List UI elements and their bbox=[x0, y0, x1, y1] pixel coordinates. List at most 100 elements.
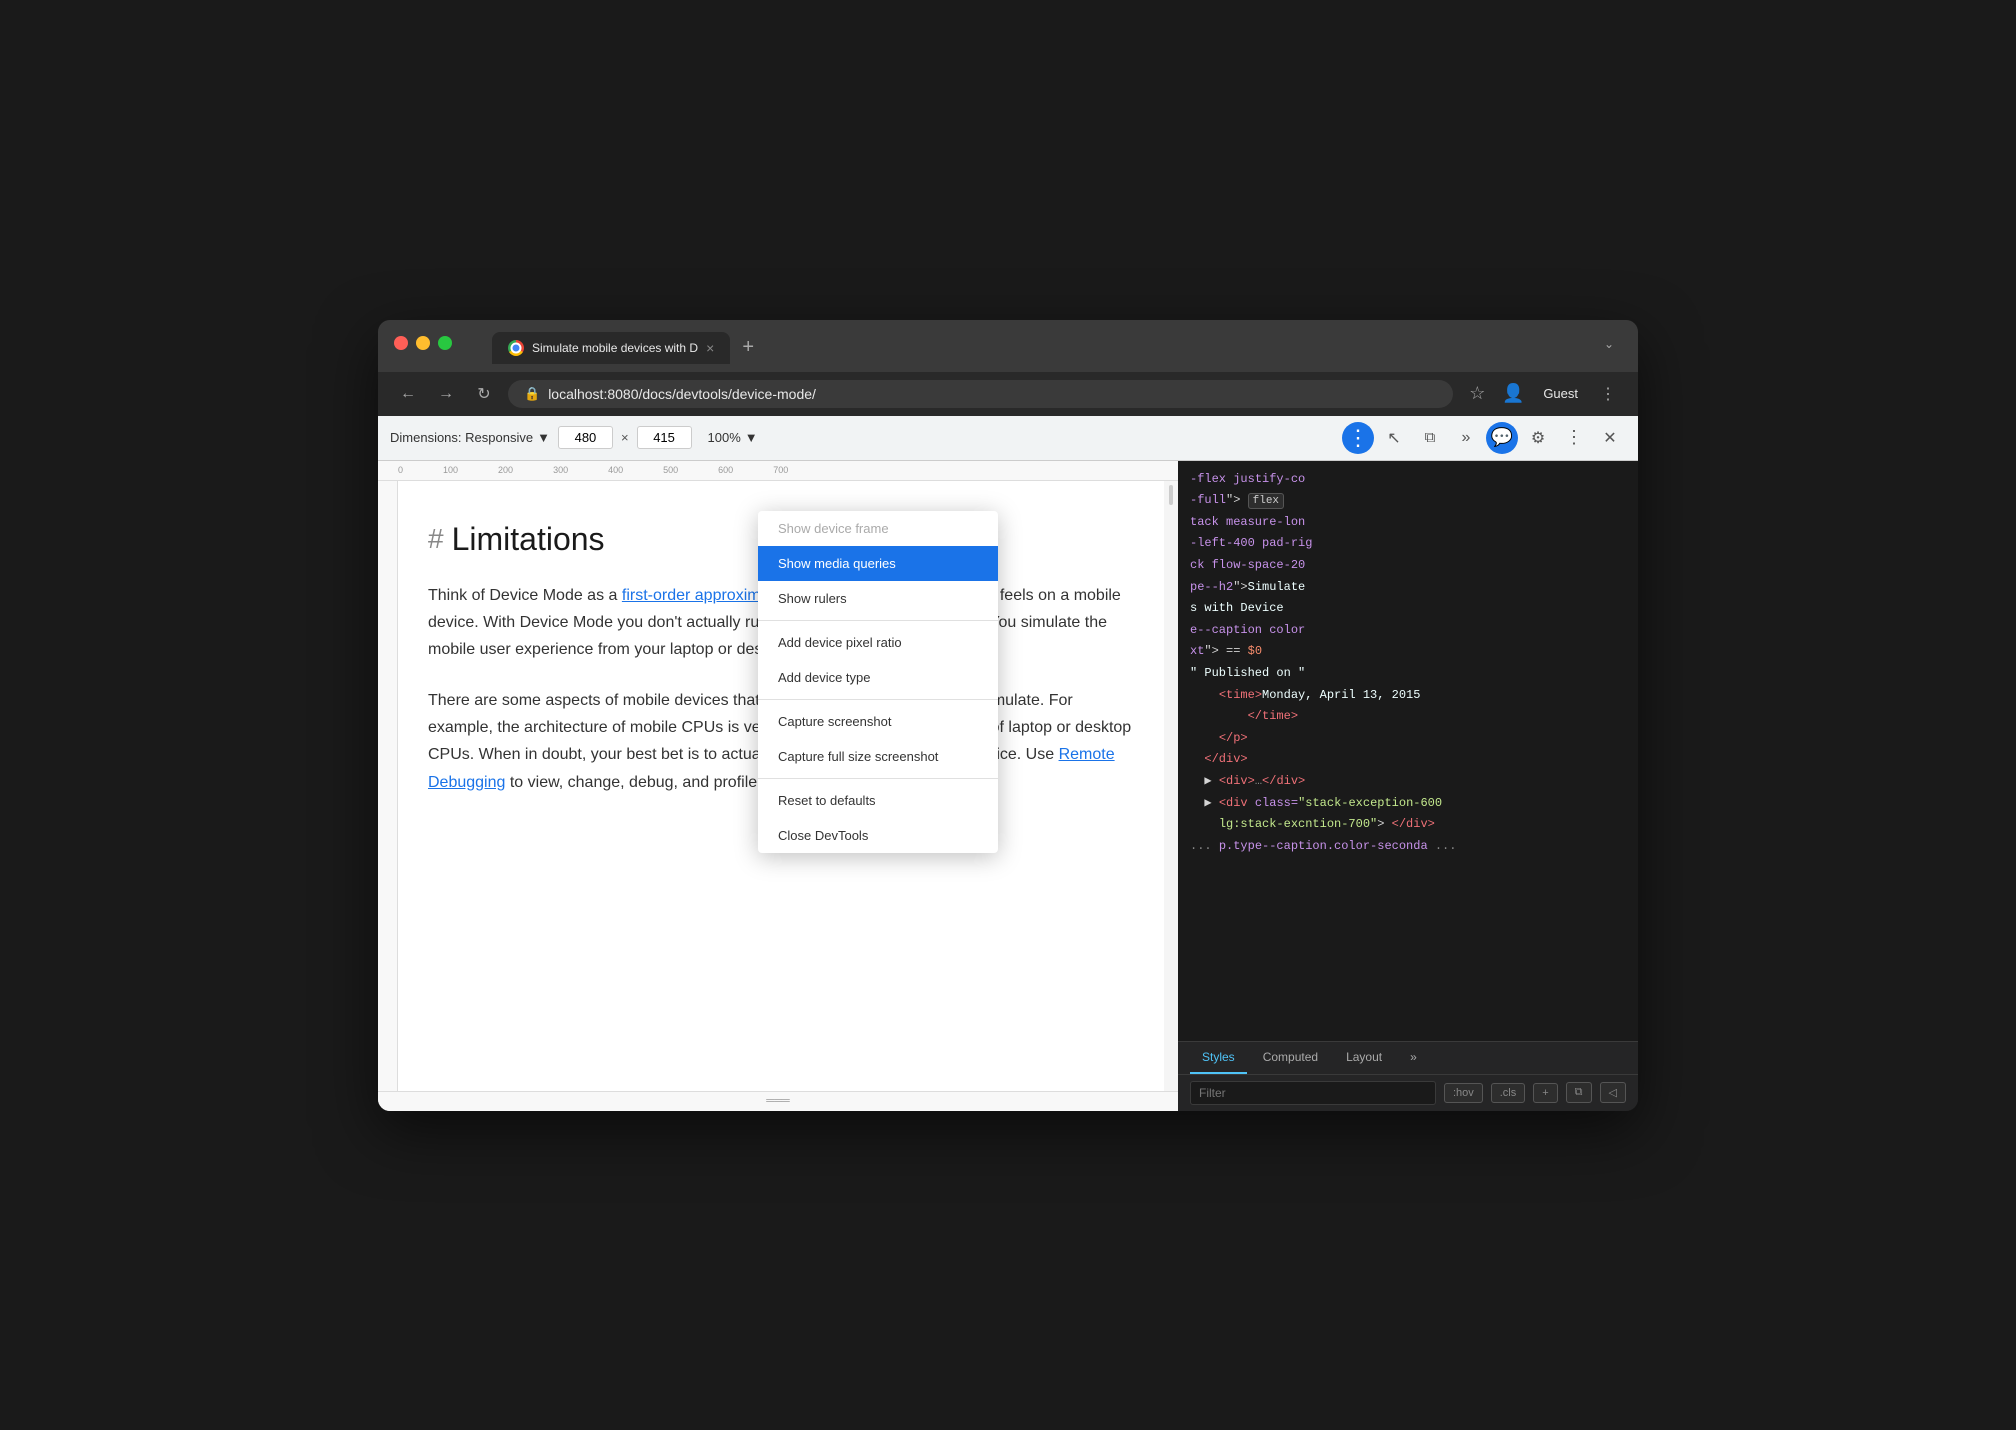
menu-item-show-media-queries[interactable]: Show media queries bbox=[758, 546, 998, 581]
more-options-button[interactable]: ⋮ bbox=[1342, 422, 1374, 454]
menu-divider-1 bbox=[758, 620, 998, 621]
code-line-8: e--caption color bbox=[1190, 620, 1626, 642]
tabs-row: Simulate mobile devices with D × + bbox=[492, 332, 764, 364]
address-input[interactable]: 🔒 localhost:8080/docs/devtools/device-mo… bbox=[508, 380, 1453, 408]
devtools-actions: ⋮ ↖ ⧉ » 💬 ⚙ ⋮ ✕ bbox=[1342, 422, 1626, 454]
new-tab-button[interactable]: + bbox=[732, 332, 764, 364]
more-button[interactable]: ⋮ bbox=[1594, 380, 1622, 408]
devtools-bottom: Styles Computed Layout » :hov .cls + ⧉ ◁ bbox=[1178, 1041, 1638, 1111]
address-icons: ☆ 👤 Guest ⋮ bbox=[1463, 380, 1622, 408]
add-style-btn[interactable]: + bbox=[1533, 1083, 1557, 1103]
code-line-18: ... p.type--caption.color-seconda ... bbox=[1190, 836, 1626, 858]
code-line-11: <time>Monday, April 13, 2015 bbox=[1190, 685, 1626, 707]
browser-window: Simulate mobile devices with D × + ⌄ ← →… bbox=[378, 320, 1638, 1111]
tab-layout[interactable]: Layout bbox=[1334, 1042, 1394, 1074]
menu-item-reset-defaults[interactable]: Reset to defaults bbox=[758, 783, 998, 818]
hover-filter-btn[interactable]: :hov bbox=[1444, 1083, 1483, 1103]
bottom-filter: :hov .cls + ⧉ ◁ bbox=[1178, 1075, 1638, 1111]
dimension-separator: × bbox=[621, 430, 629, 445]
device-toggle-button[interactable]: ⧉ bbox=[1414, 422, 1446, 454]
devtools-panel: -flex justify-co -full"> flex tack measu… bbox=[1178, 461, 1638, 1111]
close-button[interactable] bbox=[394, 336, 408, 350]
scrollbar[interactable] bbox=[1164, 481, 1178, 1091]
dropdown-menu: Show device frame Show media queries Sho… bbox=[758, 511, 998, 853]
traffic-lights bbox=[394, 336, 452, 350]
chat-button[interactable]: 💬 bbox=[1486, 422, 1518, 454]
copy-style-btn[interactable]: ⧉ bbox=[1566, 1082, 1592, 1103]
guest-button[interactable]: Guest bbox=[1535, 382, 1586, 405]
minimize-button[interactable] bbox=[416, 336, 430, 350]
ruler-top: 0100200300400500600700 bbox=[378, 461, 1178, 481]
back-button[interactable]: ← bbox=[394, 380, 422, 408]
tab-styles[interactable]: Styles bbox=[1190, 1042, 1247, 1074]
filter-input[interactable] bbox=[1190, 1081, 1436, 1105]
toggle-style-btn[interactable]: ◁ bbox=[1600, 1082, 1626, 1103]
code-line-3: tack measure-lon bbox=[1190, 512, 1626, 534]
zoom-arrow: ▼ bbox=[745, 430, 758, 445]
code-line-6: pe--h2">Simulate bbox=[1190, 577, 1626, 599]
active-tab[interactable]: Simulate mobile devices with D × bbox=[492, 332, 730, 364]
menu-divider-2 bbox=[758, 699, 998, 700]
zoom-label: 100% bbox=[708, 430, 741, 445]
menu-item-capture-full-screenshot[interactable]: Capture full size screenshot bbox=[758, 739, 998, 774]
page-content: 0100200300400500600700 # Limitations Thi… bbox=[378, 461, 1178, 1111]
code-line-10: " Published on " bbox=[1190, 663, 1626, 685]
zoom-select[interactable]: 100% ▼ bbox=[708, 430, 758, 445]
lock-icon: 🔒 bbox=[524, 386, 540, 402]
profile-icon[interactable]: 👤 bbox=[1499, 380, 1527, 408]
code-line-17: lg:stack-excntion-700"> </div> bbox=[1190, 814, 1626, 836]
code-line-16: ▶ <div class="stack-exception-600 bbox=[1190, 793, 1626, 815]
title-bar: Simulate mobile devices with D × + ⌄ bbox=[378, 320, 1638, 372]
code-line-12: </time> bbox=[1190, 706, 1626, 728]
height-input[interactable] bbox=[637, 426, 692, 449]
tab-close-button[interactable]: × bbox=[706, 341, 714, 355]
code-line-4: -left-400 pad-rig bbox=[1190, 533, 1626, 555]
code-line-1: -flex justify-co bbox=[1190, 469, 1626, 491]
menu-item-show-rulers[interactable]: Show rulers bbox=[758, 581, 998, 616]
dimensions-arrow: ▼ bbox=[537, 430, 550, 445]
chrome-icon bbox=[508, 340, 524, 356]
settings-button[interactable]: ⚙ bbox=[1522, 422, 1554, 454]
menu-item-add-pixel-ratio[interactable]: Add device pixel ratio bbox=[758, 625, 998, 660]
page-bottom-bar: ═══ bbox=[378, 1091, 1178, 1111]
forward-button[interactable]: → bbox=[432, 380, 460, 408]
menu-item-close-devtools[interactable]: Close DevTools bbox=[758, 818, 998, 853]
menu-item-show-device-frame[interactable]: Show device frame bbox=[758, 511, 998, 546]
class-filter-btn[interactable]: .cls bbox=[1491, 1083, 1526, 1103]
html-code-panel: -flex justify-co -full"> flex tack measu… bbox=[1178, 461, 1638, 1041]
dimensions-select[interactable]: Dimensions: Responsive ▼ bbox=[390, 430, 550, 445]
devtools-toolbar: Dimensions: Responsive ▼ × 100% ▼ ⋮ ↖ ⧉ … bbox=[378, 416, 1638, 461]
width-input[interactable] bbox=[558, 426, 613, 449]
bottom-tabs: Styles Computed Layout » bbox=[1178, 1042, 1638, 1075]
url-text: localhost:8080/docs/devtools/device-mode… bbox=[548, 386, 816, 402]
ruler-left bbox=[378, 481, 398, 1091]
page-title: Limitations bbox=[452, 521, 605, 558]
close-devtools-button[interactable]: ✕ bbox=[1594, 422, 1626, 454]
code-line-7: s with Device bbox=[1190, 598, 1626, 620]
tab-menu-button[interactable]: ⌄ bbox=[1604, 337, 1622, 359]
code-line-15: ▶ <div>…</div> bbox=[1190, 771, 1626, 793]
code-line-9: xt"> == $0 bbox=[1190, 641, 1626, 663]
bookmark-icon[interactable]: ☆ bbox=[1463, 380, 1491, 408]
kebab-menu-button[interactable]: ⋮ bbox=[1558, 422, 1590, 454]
code-line-14: </div> bbox=[1190, 749, 1626, 771]
dimensions-label: Dimensions: Responsive bbox=[390, 430, 533, 445]
tab-computed[interactable]: Computed bbox=[1251, 1042, 1330, 1074]
more-panels-button[interactable]: » bbox=[1450, 422, 1482, 454]
reload-button[interactable]: ↻ bbox=[470, 380, 498, 408]
scroll-thumb bbox=[1169, 485, 1173, 505]
code-line-2: -full"> flex bbox=[1190, 490, 1626, 512]
flex-badge[interactable]: flex bbox=[1248, 493, 1284, 509]
menu-divider-3 bbox=[758, 778, 998, 779]
code-line-13: </p> bbox=[1190, 728, 1626, 750]
maximize-button[interactable] bbox=[438, 336, 452, 350]
main-area: 0100200300400500600700 # Limitations Thi… bbox=[378, 461, 1638, 1111]
menu-item-capture-screenshot[interactable]: Capture screenshot bbox=[758, 704, 998, 739]
inspect-button[interactable]: ↖ bbox=[1378, 422, 1410, 454]
tab-title: Simulate mobile devices with D bbox=[532, 341, 698, 355]
code-line-5: ck flow-space-20 bbox=[1190, 555, 1626, 577]
tab-more[interactable]: » bbox=[1398, 1042, 1429, 1074]
hash-symbol: # bbox=[428, 523, 444, 555]
menu-item-add-device-type[interactable]: Add device type bbox=[758, 660, 998, 695]
address-bar: ← → ↻ 🔒 localhost:8080/docs/devtools/dev… bbox=[378, 372, 1638, 416]
